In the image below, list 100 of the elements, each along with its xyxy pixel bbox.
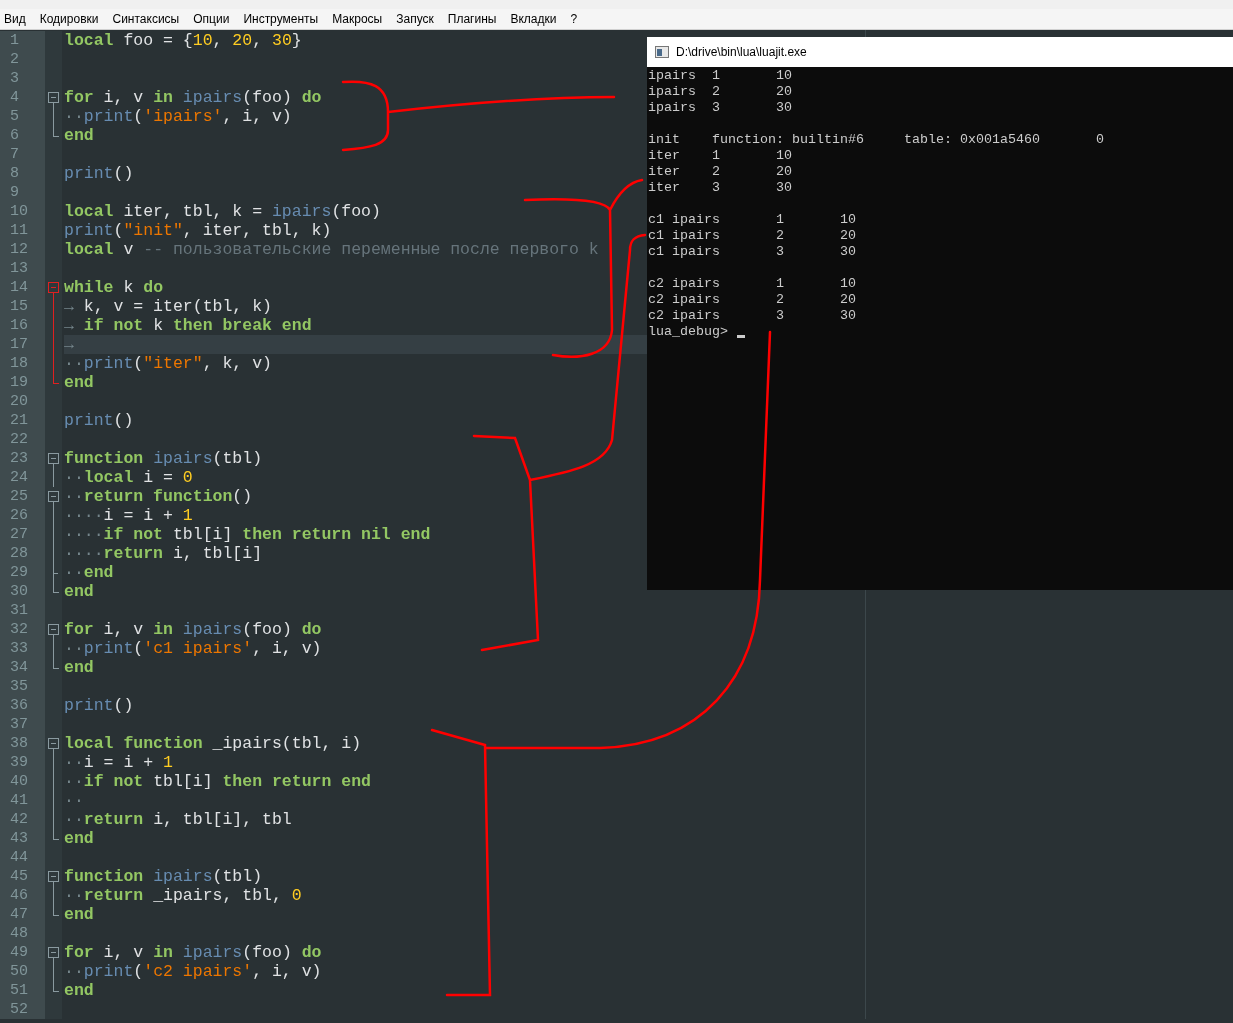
menu-item[interactable]: Запуск [396, 10, 434, 28]
fold-toggle-icon[interactable] [48, 947, 59, 962]
code-line: print() [64, 411, 134, 430]
code-line: ··return i, tbl[i], tbl [64, 810, 292, 829]
console-text: 20 [839, 292, 856, 307]
code-line: end [64, 981, 94, 1000]
console-text: 10 [839, 276, 856, 291]
code-line: local foo = {10, 20, 30} [64, 31, 302, 50]
menu-item[interactable]: Плагины [447, 10, 497, 28]
line-number: 5 [10, 108, 19, 125]
line-number: 7 [10, 146, 19, 163]
console-text: 3 [775, 244, 784, 259]
console-text: 1 [712, 148, 720, 163]
line-number: 3 [10, 70, 19, 87]
console-text: 10 [775, 68, 792, 83]
line-number: 22 [10, 431, 28, 448]
window-icon [655, 46, 669, 58]
line-number: 23 [10, 450, 28, 467]
console-text: 10 [775, 148, 792, 163]
console-text: c2 ipairs [648, 308, 720, 323]
menu-item[interactable]: ? [570, 10, 578, 28]
console-text: 30 [775, 100, 792, 115]
console-title: D:\drive\bin\lua\luajit.exe [676, 44, 807, 61]
line-number: 48 [10, 925, 28, 942]
console-text: init [648, 132, 680, 147]
console-text: 1 [712, 68, 720, 83]
line-number: 27 [10, 526, 28, 543]
line-number: 34 [10, 659, 28, 676]
console-text: function: builtin#6 [712, 132, 864, 147]
code-line: ····return i, tbl[i] [64, 544, 263, 563]
line-number: 38 [10, 735, 28, 752]
menu-item[interactable]: Синтаксисы [112, 10, 180, 28]
line-number: 46 [10, 887, 28, 904]
console-text: c2 ipairs [648, 292, 720, 307]
console-text: 20 [775, 84, 792, 99]
code-line: ··print('c2 ipairs', i, v) [64, 962, 322, 981]
code-line: for i, v in ipairs(foo) do [64, 620, 322, 639]
menu-item[interactable]: Кодировки [39, 10, 99, 28]
console-text: 10 [839, 212, 856, 227]
line-number: 19 [10, 374, 28, 391]
line-number: 35 [10, 678, 28, 695]
line-number: 47 [10, 906, 28, 923]
console-text: 20 [775, 164, 792, 179]
line-number: 43 [10, 830, 28, 847]
menu-item[interactable]: Инструменты [243, 10, 319, 28]
console-text: 30 [839, 308, 856, 323]
line-number: 29 [10, 564, 28, 581]
fold-toggle-icon[interactable] [48, 491, 59, 506]
console-text: iter [648, 148, 680, 163]
fold-toggle-icon[interactable] [48, 624, 59, 639]
line-number: 31 [10, 602, 28, 619]
code-line: ··return _ipairs, tbl, 0 [64, 886, 302, 905]
console-text: c1 ipairs [648, 212, 720, 227]
line-number: 21 [10, 412, 28, 429]
console-text: 2 [775, 228, 784, 243]
fold-toggle-icon[interactable] [48, 453, 59, 468]
menu-item[interactable]: Макросы [332, 10, 383, 28]
menu-item[interactable]: Вид [4, 10, 26, 28]
console-text: table: 0x001a5460 [903, 132, 1040, 147]
code-line: print("init", iter, tbl, k) [64, 221, 332, 240]
line-number: 10 [10, 203, 28, 220]
line-number: 11 [10, 222, 28, 239]
fold-toggle-icon[interactable] [48, 92, 59, 107]
console-text: 1 [775, 212, 784, 227]
code-line: ··i = i + 1 [64, 753, 173, 772]
fold-toggle-icon[interactable] [48, 738, 59, 753]
line-number: 45 [10, 868, 28, 885]
line-number: 30 [10, 583, 28, 600]
console-text: iter [648, 164, 680, 179]
line-number: 40 [10, 773, 28, 790]
line-number: 49 [10, 944, 28, 961]
console-text: 0 [1095, 132, 1104, 147]
console-text: 3 [712, 180, 720, 195]
code-line: ··print('ipairs', i, v) [64, 107, 292, 126]
code-line: print() [64, 164, 134, 183]
console-text: ipairs [648, 100, 696, 115]
line-number: 15 [10, 298, 28, 315]
line-number: 4 [10, 89, 19, 106]
code-line: end [64, 582, 94, 601]
code-line: function ipairs(tbl) [64, 449, 263, 468]
text-cursor [737, 335, 745, 338]
line-number: 32 [10, 621, 28, 638]
line-number: 6 [10, 127, 19, 144]
fold-toggle-icon[interactable] [48, 871, 59, 886]
line-number: 41 [10, 792, 28, 809]
line-number: 1 [10, 32, 19, 49]
menu-item[interactable]: Опции [193, 10, 230, 28]
line-number: 12 [10, 241, 28, 258]
console-text: c1 ipairs [648, 244, 720, 259]
console-text: 30 [775, 180, 792, 195]
code-line: ··print('c1 ipairs', i, v) [64, 639, 322, 658]
line-number: 37 [10, 716, 28, 733]
code-line: ····if not tbl[i] then return nil end [64, 525, 431, 544]
line-number: 17 [10, 336, 28, 353]
code-line: while k do [64, 278, 164, 297]
fold-toggle-icon[interactable] [48, 282, 59, 297]
menu-item[interactable]: Вкладки [510, 10, 557, 28]
code-line: local function _ipairs(tbl, i) [64, 734, 362, 753]
console-text: ipairs [648, 68, 696, 83]
code-line: print() [64, 696, 134, 715]
